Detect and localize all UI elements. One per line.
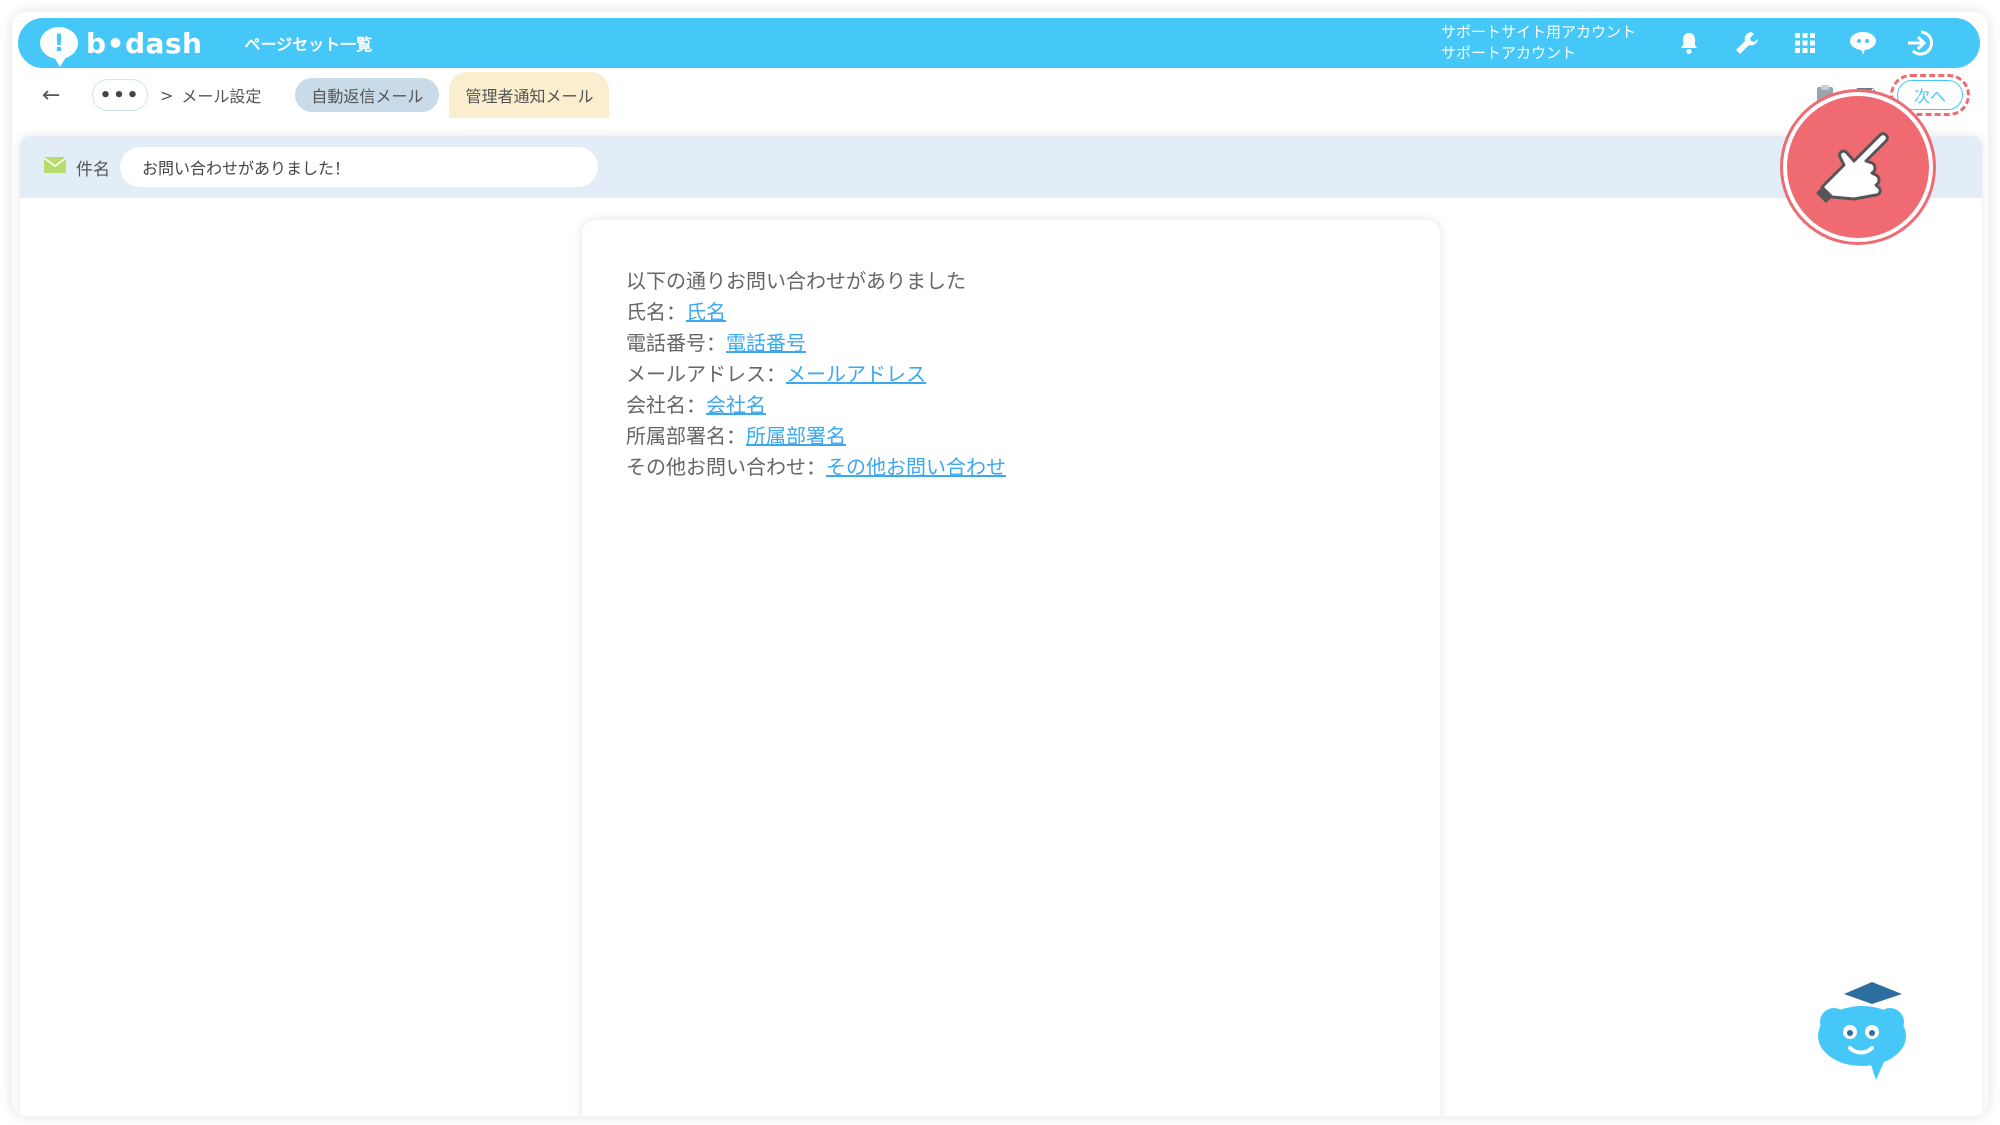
breadcrumb: ← ••• > メール設定 自動返信メール 管理者通知メール 次へ xyxy=(18,72,1980,118)
merge-tag-company[interactable]: 会社名 xyxy=(706,393,766,417)
mail-body[interactable]: 以下の通りお問い合わせがありました 氏名：氏名 電話番号：電話番号 メールアドレ… xyxy=(582,220,1440,529)
field-label: 所属部署名： xyxy=(626,424,746,448)
subject-bar: 件名 xyxy=(20,136,1982,198)
subject-input[interactable] xyxy=(120,147,598,187)
body-intro: 以下の通りお問い合わせがありました xyxy=(626,269,966,293)
field-label: メールアドレス： xyxy=(626,362,786,386)
mail-editor: 件名 以下の通りお問い合わせがありました 氏名：氏名 電話番号：電話番号 メール… xyxy=(20,136,1982,1116)
tab-auto-reply-mail[interactable]: 自動返信メール xyxy=(295,78,440,112)
body-field-row: メールアドレス：メールアドレス xyxy=(626,359,1396,390)
app-window: ! b•dash ページセット一覧 サポートサイト用アカウント サポートアカウン… xyxy=(12,12,1988,1116)
merge-tag-phone[interactable]: 電話番号 xyxy=(726,331,806,355)
wrench-icon[interactable] xyxy=(1718,23,1776,63)
merge-tag-department[interactable]: 所属部署名 xyxy=(746,424,846,448)
subject-label-text: 件名 xyxy=(76,159,110,180)
back-arrow-icon[interactable]: ← xyxy=(42,83,72,108)
body-field-row: その他お問い合わせ：その他お問い合わせ xyxy=(626,452,1396,483)
account-info[interactable]: サポートサイト用アカウント サポートアカウント xyxy=(1441,22,1636,64)
envelope-icon xyxy=(43,156,67,178)
merge-tag-name[interactable]: 氏名 xyxy=(686,300,726,324)
logo-text: b•dash xyxy=(86,26,203,60)
merge-tag-other-inquiry[interactable]: その他お問い合わせ xyxy=(826,455,1006,479)
page-set-list-link[interactable]: ページセット一覧 xyxy=(244,31,372,55)
body-field-row: 電話番号：電話番号 xyxy=(626,328,1396,359)
breadcrumb-current: メール設定 xyxy=(181,87,262,106)
field-label: 氏名： xyxy=(626,300,686,324)
helper-mascot-icon[interactable] xyxy=(1812,978,1916,1082)
app-header: ! b•dash ページセット一覧 サポートサイト用アカウント サポートアカウン… xyxy=(18,18,1980,68)
field-label: その他お問い合わせ： xyxy=(626,455,826,479)
logout-icon[interactable] xyxy=(1892,23,1950,63)
subject-label: 件名 xyxy=(43,155,110,180)
logo[interactable]: ! b•dash xyxy=(40,26,203,67)
body-field-row: 氏名：氏名 xyxy=(626,297,1396,328)
next-button[interactable]: 次へ xyxy=(1897,80,1963,110)
account-name: サポートサイト用アカウント xyxy=(1440,23,1636,41)
field-label: 電話番号： xyxy=(626,331,726,355)
merge-tag-email[interactable]: メールアドレス xyxy=(786,362,926,386)
logo-bubble-icon: ! xyxy=(40,27,78,67)
breadcrumb-more-button[interactable]: ••• xyxy=(92,79,148,111)
bell-icon[interactable] xyxy=(1660,23,1718,63)
mail-body-card[interactable]: 以下の通りお問い合わせがありました 氏名：氏名 電話番号：電話番号 メールアドレ… xyxy=(582,220,1440,1116)
pointing-hand-icon xyxy=(1783,92,1933,242)
grid-icon[interactable] xyxy=(1776,23,1834,63)
body-field-row: 会社名：会社名 xyxy=(626,390,1396,421)
account-sub: サポートアカウント xyxy=(1440,44,1576,62)
body-field-row: 所属部署名：所属部署名 xyxy=(626,421,1396,452)
breadcrumb-separator: > xyxy=(160,85,174,105)
field-label: 会社名： xyxy=(626,393,706,417)
mascot-icon[interactable] xyxy=(1834,23,1892,63)
tab-admin-notice-mail[interactable]: 管理者通知メール xyxy=(449,72,610,118)
